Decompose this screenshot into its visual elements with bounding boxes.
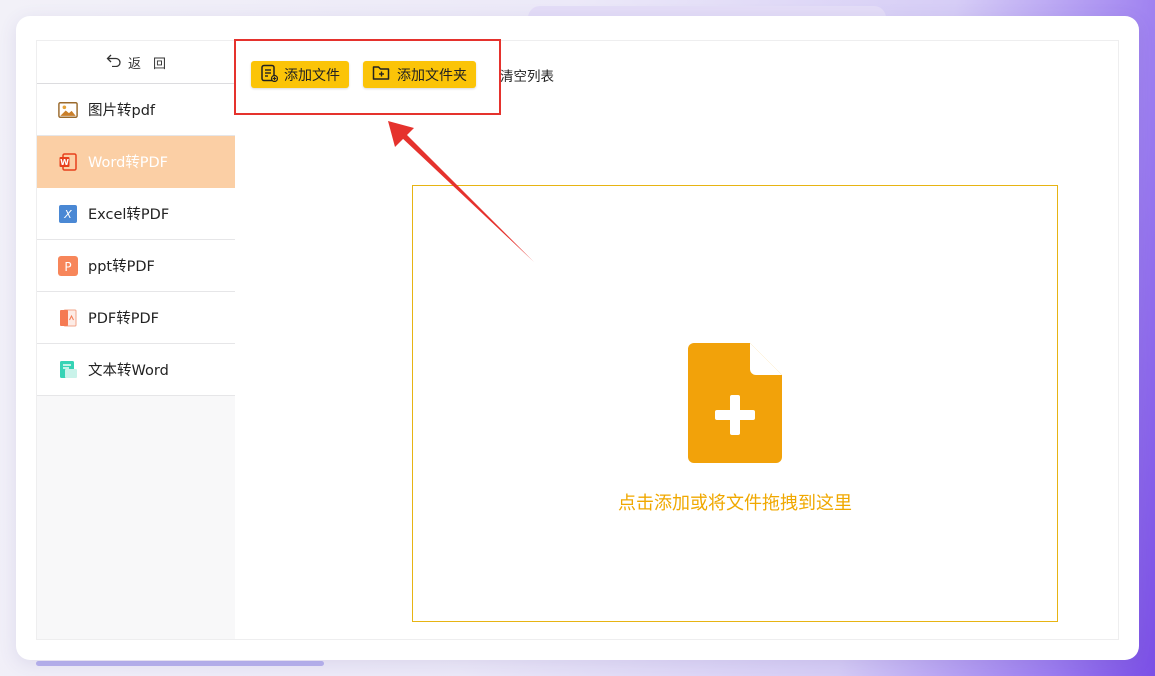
ppt-icon: P bbox=[58, 255, 78, 276]
background-scrollbar bbox=[36, 661, 324, 666]
add-folder-button[interactable]: 添加文件夹 bbox=[363, 61, 476, 88]
svg-text:P: P bbox=[64, 260, 71, 274]
pdf-icon bbox=[58, 308, 78, 328]
add-file-button[interactable]: 添加文件 bbox=[251, 61, 349, 88]
main-content: 添加文件 添加文件夹 清空列表 点击添加或将文件拖拽到这里 bbox=[235, 41, 1118, 639]
back-button[interactable]: 返回 bbox=[37, 41, 235, 84]
excel-icon: X bbox=[58, 204, 78, 224]
svg-text:X: X bbox=[63, 208, 72, 221]
file-drop-zone[interactable]: 点击添加或将文件拖拽到这里 bbox=[412, 185, 1058, 622]
add-document-icon bbox=[688, 343, 782, 467]
sidebar-item-label: 图片转pdf bbox=[88, 103, 156, 119]
sidebar-item-label: 文本转Word bbox=[88, 363, 169, 379]
add-file-icon bbox=[260, 64, 279, 86]
sidebar-item-image-to-pdf[interactable]: 图片转pdf bbox=[37, 84, 235, 136]
text-doc-icon bbox=[58, 360, 78, 380]
add-file-label: 添加文件 bbox=[284, 67, 340, 84]
toolbar: 添加文件 添加文件夹 清空列表 bbox=[251, 61, 554, 88]
word-icon: W bbox=[58, 152, 78, 172]
sidebar-item-label: PDF转PDF bbox=[88, 311, 159, 327]
svg-text:W: W bbox=[60, 158, 69, 167]
drop-zone-hint: 点击添加或将文件拖拽到这里 bbox=[618, 493, 852, 514]
back-label: 返回 bbox=[127, 56, 178, 72]
sidebar-item-text-to-word[interactable]: 文本转Word bbox=[37, 344, 235, 396]
sidebar-item-ppt-to-pdf[interactable]: P ppt转PDF bbox=[37, 240, 235, 292]
add-folder-label: 添加文件夹 bbox=[397, 67, 467, 84]
sidebar-item-label: Word转PDF bbox=[88, 155, 169, 171]
sidebar-item-pdf-to-pdf[interactable]: PDF转PDF bbox=[37, 292, 235, 344]
sidebar-item-word-to-pdf[interactable]: W Word转PDF bbox=[37, 136, 235, 188]
add-folder-icon bbox=[372, 64, 391, 85]
clear-list-button[interactable]: 清空列表 bbox=[500, 65, 554, 85]
sidebar-item-excel-to-pdf[interactable]: X Excel转PDF bbox=[37, 188, 235, 240]
image-icon bbox=[58, 100, 78, 120]
undo-arrow-icon bbox=[106, 53, 122, 71]
app-window: 返回 图片转pdf W Word转PDF X Excel转PDF P ppt转P… bbox=[16, 16, 1139, 660]
app-panel: 返回 图片转pdf W Word转PDF X Excel转PDF P ppt转P… bbox=[36, 40, 1119, 640]
sidebar-item-label: ppt转PDF bbox=[88, 259, 155, 275]
sidebar-item-label: Excel转PDF bbox=[88, 207, 170, 223]
sidebar: 返回 图片转pdf W Word转PDF X Excel转PDF P ppt转P… bbox=[37, 41, 236, 639]
